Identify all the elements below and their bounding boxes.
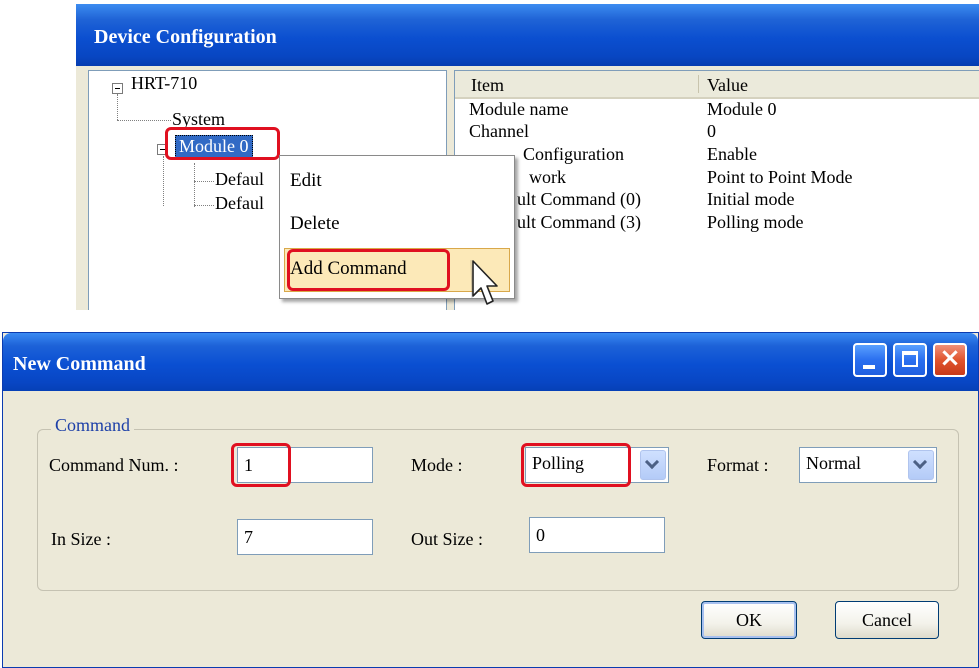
format-select-value: Normal: [806, 453, 861, 473]
format-dropdown-button[interactable]: [908, 450, 934, 480]
mode-highlight-box: [521, 443, 631, 487]
grid-row-item: ult Command (0): [517, 189, 641, 209]
tree-root-hrt710[interactable]: HRT-710: [131, 73, 197, 94]
grid-row-item: Configuration: [523, 144, 624, 164]
tree-line: [163, 156, 164, 206]
tree-line: [194, 163, 195, 207]
tree-line: [117, 94, 118, 120]
window-title: Device Configuration: [94, 26, 277, 48]
grid-header: Item Value: [455, 71, 979, 99]
new-command-titlebar[interactable]: New Command ×: [3, 333, 978, 391]
cancel-button[interactable]: Cancel: [835, 601, 939, 639]
chevron-down-icon: [644, 454, 660, 470]
grid-row-value: Enable: [707, 144, 757, 164]
grid-row-value: Polling mode: [707, 212, 804, 232]
column-header-value[interactable]: Value: [707, 75, 748, 96]
column-header-item[interactable]: Item: [471, 75, 504, 96]
mode-dropdown-button[interactable]: [640, 450, 666, 480]
menu-item-delete[interactable]: Delete: [290, 213, 340, 235]
device-configuration-titlebar[interactable]: Device Configuration: [76, 4, 979, 66]
module-highlight-box: [165, 127, 280, 160]
column-separator[interactable]: [698, 75, 699, 93]
grid-row-value: Module 0: [707, 99, 777, 119]
out-size-label: Out Size :: [411, 529, 483, 549]
format-label: Format :: [707, 455, 769, 475]
dialog-title: New Command: [13, 353, 146, 375]
grid-row-item: work: [529, 167, 566, 187]
maximize-icon: [902, 351, 918, 367]
in-size-input[interactable]: [237, 519, 373, 555]
maximize-button[interactable]: [893, 343, 927, 377]
tree-line: [194, 181, 214, 182]
command-num-label: Command Num. :: [49, 455, 179, 475]
grid-row-value: Point to Point Mode: [707, 167, 853, 187]
add-command-highlight-box: [287, 249, 450, 291]
format-select[interactable]: Normal: [799, 447, 937, 483]
grid-row-value: Initial mode: [707, 189, 795, 209]
out-size-input[interactable]: [529, 517, 665, 553]
minimize-button[interactable]: [853, 343, 887, 377]
property-grid: Item Value Module name Module 0 Channel …: [454, 70, 979, 310]
command-group-label: Command: [51, 415, 134, 436]
tree-collapse-icon[interactable]: [112, 83, 123, 94]
menu-item-edit[interactable]: Edit: [290, 170, 322, 192]
ok-button[interactable]: OK: [701, 601, 797, 639]
command-num-highlight-box: [231, 443, 291, 487]
tree-line: [117, 120, 171, 121]
tree-item-default-command-0[interactable]: Defaul: [215, 169, 264, 190]
tree-line: [194, 205, 214, 206]
grid-row-value: 0: [707, 121, 716, 141]
tree-item-default-command-3[interactable]: Defaul: [215, 193, 264, 214]
new-command-dialog: New Command × Command Command Num. : Mod…: [2, 332, 979, 668]
grid-row-item: Module name: [469, 99, 569, 119]
mouse-pointer-icon: [470, 259, 498, 305]
in-size-label: In Size :: [51, 529, 111, 549]
grid-row-item: Channel: [469, 121, 529, 141]
grid-row-item: ult Command (3): [517, 212, 641, 232]
minimize-icon: [863, 365, 875, 369]
close-button[interactable]: ×: [933, 343, 967, 377]
chevron-down-icon: [912, 454, 928, 470]
close-icon: ×: [939, 343, 961, 373]
mode-label: Mode :: [411, 455, 463, 475]
device-configuration-client: HRT-710 System Module 0 Defaul Defaul It…: [76, 66, 979, 310]
